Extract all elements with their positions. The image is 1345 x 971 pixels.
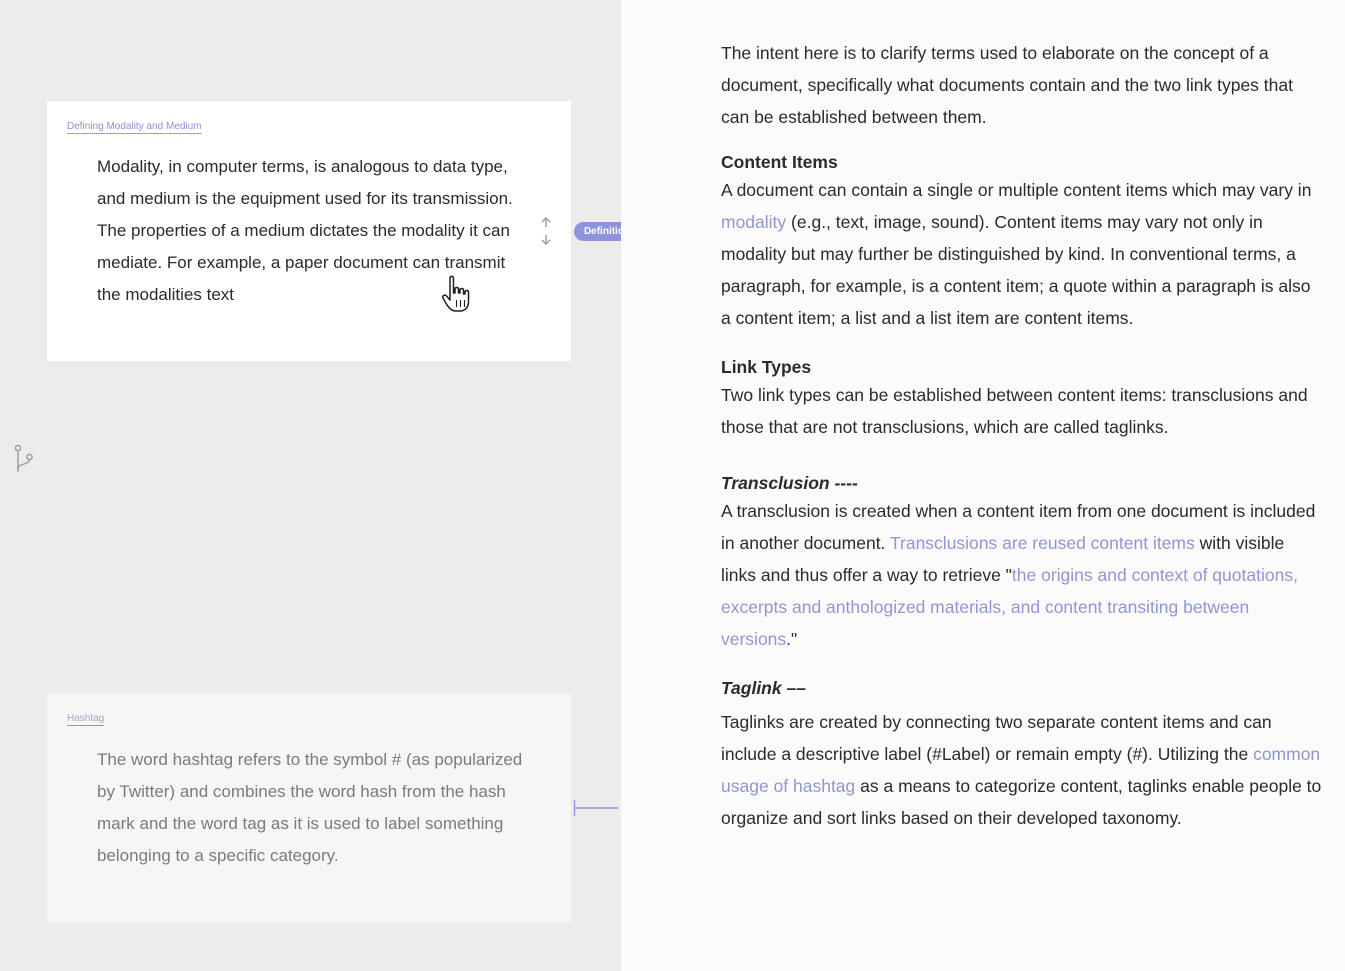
taglink-paragraph: Taglinks are created by connecting two s… bbox=[721, 712, 1322, 828]
document-pane: The intent here is to clarify terms used… bbox=[621, 0, 1345, 971]
link-types-heading: Link Types bbox=[721, 357, 812, 377]
taglink-connector-icon[interactable] bbox=[573, 798, 621, 818]
hashtag-card-body: The word hashtag refers to the symbol # … bbox=[97, 750, 523, 865]
definition-card[interactable]: Defining Modality and Medium Modality, i… bbox=[47, 101, 571, 361]
intro-paragraph: The intent here is to clarify terms used… bbox=[721, 43, 1293, 127]
hashtag-card[interactable]: Hashtag The word hashtag refers to the s… bbox=[47, 694, 571, 922]
transclusion-heading: Transclusion ---- bbox=[721, 473, 858, 493]
content-items-paragraph: A document can contain a single or multi… bbox=[721, 180, 1312, 328]
content-items-heading: Content Items bbox=[721, 152, 838, 172]
definition-card-tag[interactable]: Defining Modality and Medium bbox=[67, 121, 202, 134]
document-body: The intent here is to clarify terms used… bbox=[721, 37, 1323, 834]
annotation-pane: Defining Modality and Medium Modality, i… bbox=[0, 0, 640, 971]
branch-icon[interactable] bbox=[13, 444, 35, 474]
transclusion-paragraph: A transclusion is created when a content… bbox=[721, 501, 1316, 649]
vertical-resize-icon[interactable] bbox=[538, 216, 554, 246]
hand-cursor-icon bbox=[442, 275, 470, 312]
link-types-paragraph: Two link types can be established betwee… bbox=[721, 385, 1308, 437]
modality-link[interactable]: modality bbox=[721, 212, 786, 232]
taglink-heading: Taglink –– bbox=[721, 678, 806, 698]
hashtag-card-tag[interactable]: Hashtag bbox=[67, 713, 105, 726]
transclusions-link[interactable]: Transclusions are reused content items bbox=[890, 533, 1195, 553]
